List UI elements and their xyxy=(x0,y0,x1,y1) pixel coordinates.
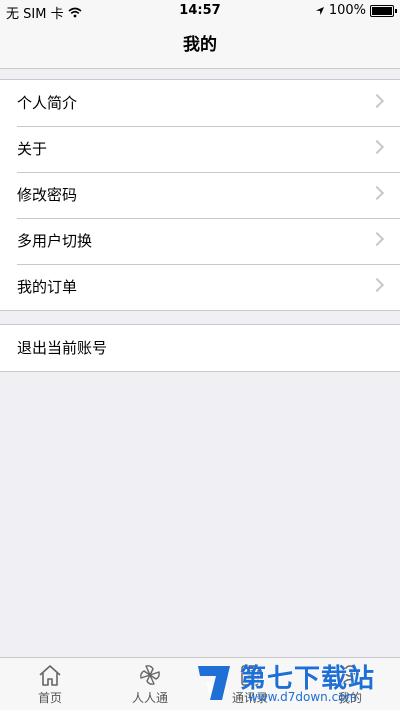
tab-label: 我的 xyxy=(337,691,362,705)
chevron-right-icon xyxy=(369,93,385,109)
menu-item-about[interactable]: 关于 xyxy=(0,126,400,172)
menu-item-switch-user[interactable]: 多用户切换 xyxy=(0,218,400,264)
menu-item-label: 多用户切换 xyxy=(17,232,93,250)
menu-item-label: 个人简介 xyxy=(17,94,78,112)
chevron-right-icon xyxy=(369,139,385,155)
tab-bar: 首页 人人通 通讯录 我的 xyxy=(0,657,400,710)
tab-label: 人人通 xyxy=(131,691,168,705)
chevron-right-icon xyxy=(369,231,385,247)
chevron-right-icon xyxy=(369,185,385,201)
chevron-right-icon xyxy=(369,277,385,293)
profile-icon xyxy=(340,665,360,686)
tab-label: 通讯录 xyxy=(231,691,268,705)
status-bar: 无 SIM 卡 14:57 100% xyxy=(0,0,400,22)
status-right: 100% xyxy=(315,3,397,18)
menu-item-label: 修改密码 xyxy=(17,186,78,204)
menu-group: 个人简介 关于 修改密码 多用户切换 我的订单 xyxy=(0,79,400,311)
menu-item-change-password[interactable]: 修改密码 xyxy=(0,172,400,218)
tab-renrentong[interactable]: 人人通 xyxy=(100,658,200,710)
tab-contacts[interactable]: 通讯录 xyxy=(200,658,300,710)
nav-bar: 我的 xyxy=(0,22,400,69)
menu-item-label: 我的订单 xyxy=(17,278,78,296)
page-title: 我的 xyxy=(183,35,217,55)
logout-button[interactable]: 退出当前账号 xyxy=(0,325,400,371)
home-icon xyxy=(39,665,61,686)
menu-item-my-orders[interactable]: 我的订单 xyxy=(0,264,400,310)
pinwheel-icon xyxy=(140,665,160,685)
logout-group: 退出当前账号 xyxy=(0,324,400,372)
menu-item-label: 关于 xyxy=(17,140,48,158)
tab-label: 首页 xyxy=(37,691,62,705)
battery-icon xyxy=(370,4,397,17)
contacts-icon xyxy=(241,665,259,686)
tab-mine[interactable]: 我的 xyxy=(300,658,400,710)
location-arrow-icon xyxy=(315,6,324,15)
battery-percent: 100% xyxy=(328,3,366,18)
logout-label: 退出当前账号 xyxy=(17,339,108,357)
tab-home[interactable]: 首页 xyxy=(0,658,100,710)
menu-item-profile[interactable]: 个人简介 xyxy=(0,80,400,126)
